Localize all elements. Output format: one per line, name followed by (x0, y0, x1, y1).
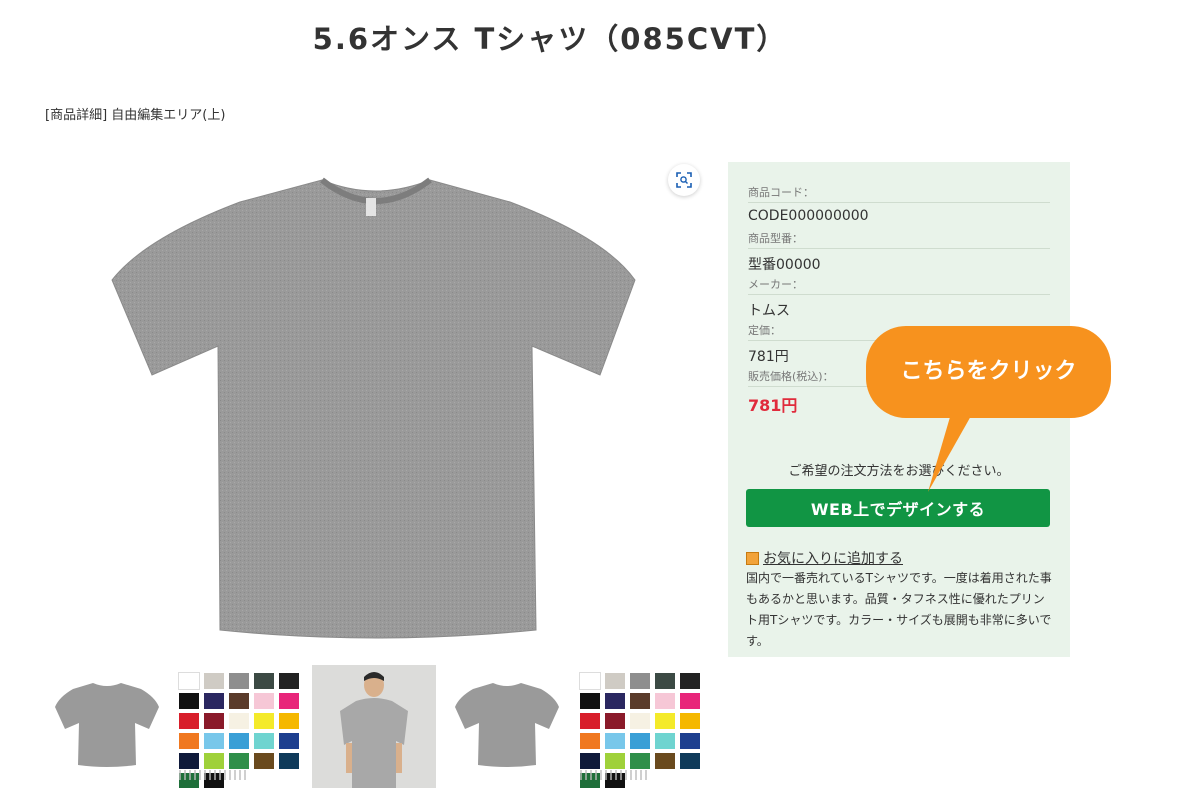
color-swatch (229, 733, 249, 749)
thumbnail-color-chart-2[interactable] (577, 665, 701, 788)
color-swatch (254, 713, 274, 729)
color-swatch (254, 673, 274, 689)
color-swatch (655, 753, 675, 769)
color-swatch (254, 733, 274, 749)
color-swatch (655, 713, 675, 729)
add-to-favorites-link[interactable]: お気に入りに追加する (746, 548, 903, 568)
thumbnail-model-photo[interactable] (312, 665, 436, 788)
color-swatch (279, 673, 299, 689)
order-method-prompt: ご希望の注文方法をお選びください。 (788, 464, 1010, 479)
click-here-callout: こちらをクリック (866, 326, 1111, 418)
color-swatch (605, 753, 625, 769)
maker-value: トムス (748, 303, 790, 319)
maker-label: メーカー： (748, 276, 1050, 295)
page-title: 5.6オンス Tシャツ（085CVT） (312, 22, 788, 56)
color-swatch (179, 733, 199, 749)
color-swatch (605, 693, 625, 709)
color-swatch (580, 753, 600, 769)
color-swatch (680, 733, 700, 749)
color-swatch (279, 713, 299, 729)
color-swatch (178, 672, 200, 690)
model-number-label: 商品型番： (748, 230, 1050, 249)
color-swatch (630, 753, 650, 769)
main-product-image[interactable] (100, 160, 650, 640)
color-chart-footer (179, 770, 249, 780)
model-image (312, 665, 436, 788)
color-swatch (605, 673, 625, 689)
color-swatch (680, 693, 700, 709)
color-chart-footer (580, 770, 650, 780)
color-swatch (579, 672, 601, 690)
color-swatch (655, 673, 675, 689)
color-swatch (605, 733, 625, 749)
color-swatch (655, 733, 675, 749)
tshirt-thumbnail-image (455, 683, 559, 767)
color-swatch (655, 693, 675, 709)
color-swatch (254, 693, 274, 709)
color-swatch (630, 713, 650, 729)
color-swatch (229, 753, 249, 769)
color-swatch (680, 673, 700, 689)
color-swatch (229, 713, 249, 729)
thumbnail-gray-shirt-2[interactable] (445, 665, 569, 788)
color-swatch (680, 713, 700, 729)
color-swatch (204, 713, 224, 729)
zoom-icon (676, 172, 692, 188)
color-swatch (279, 733, 299, 749)
color-swatch (204, 673, 224, 689)
color-swatch (179, 693, 199, 709)
color-swatch (630, 693, 650, 709)
free-edit-area-label: [商品詳細] 自由編集エリア(上) (45, 108, 226, 123)
color-swatch (580, 713, 600, 729)
color-swatch (229, 673, 249, 689)
tshirt-thumbnail-image (55, 683, 159, 767)
color-swatch (279, 753, 299, 769)
arrow-icon (746, 551, 759, 565)
product-code-value: CODE000000000 (748, 208, 869, 224)
color-swatch (179, 753, 199, 769)
tshirt-image (111, 177, 636, 639)
thumbnail-color-chart[interactable] (176, 665, 300, 788)
color-swatch (680, 753, 700, 769)
product-code-label: 商品コード： (748, 184, 1050, 203)
product-description: 国内で一番売れているTシャツです。一度は着用された事もあるかと思います。品質・タ… (746, 571, 1052, 648)
color-swatch (630, 673, 650, 689)
color-swatch (204, 733, 224, 749)
zoom-button[interactable] (668, 164, 700, 196)
color-swatch (580, 733, 600, 749)
color-swatch (254, 753, 274, 769)
model-number-value: 型番00000 (748, 257, 821, 273)
color-swatch (580, 693, 600, 709)
color-swatch (179, 713, 199, 729)
color-swatch (605, 713, 625, 729)
color-swatch (204, 753, 224, 769)
color-swatch (279, 693, 299, 709)
color-swatch (630, 733, 650, 749)
thumbnail-gray-shirt[interactable] (45, 665, 169, 788)
color-swatch (204, 693, 224, 709)
favorites-link-text: お気に入りに追加する (763, 551, 903, 567)
color-swatch (229, 693, 249, 709)
